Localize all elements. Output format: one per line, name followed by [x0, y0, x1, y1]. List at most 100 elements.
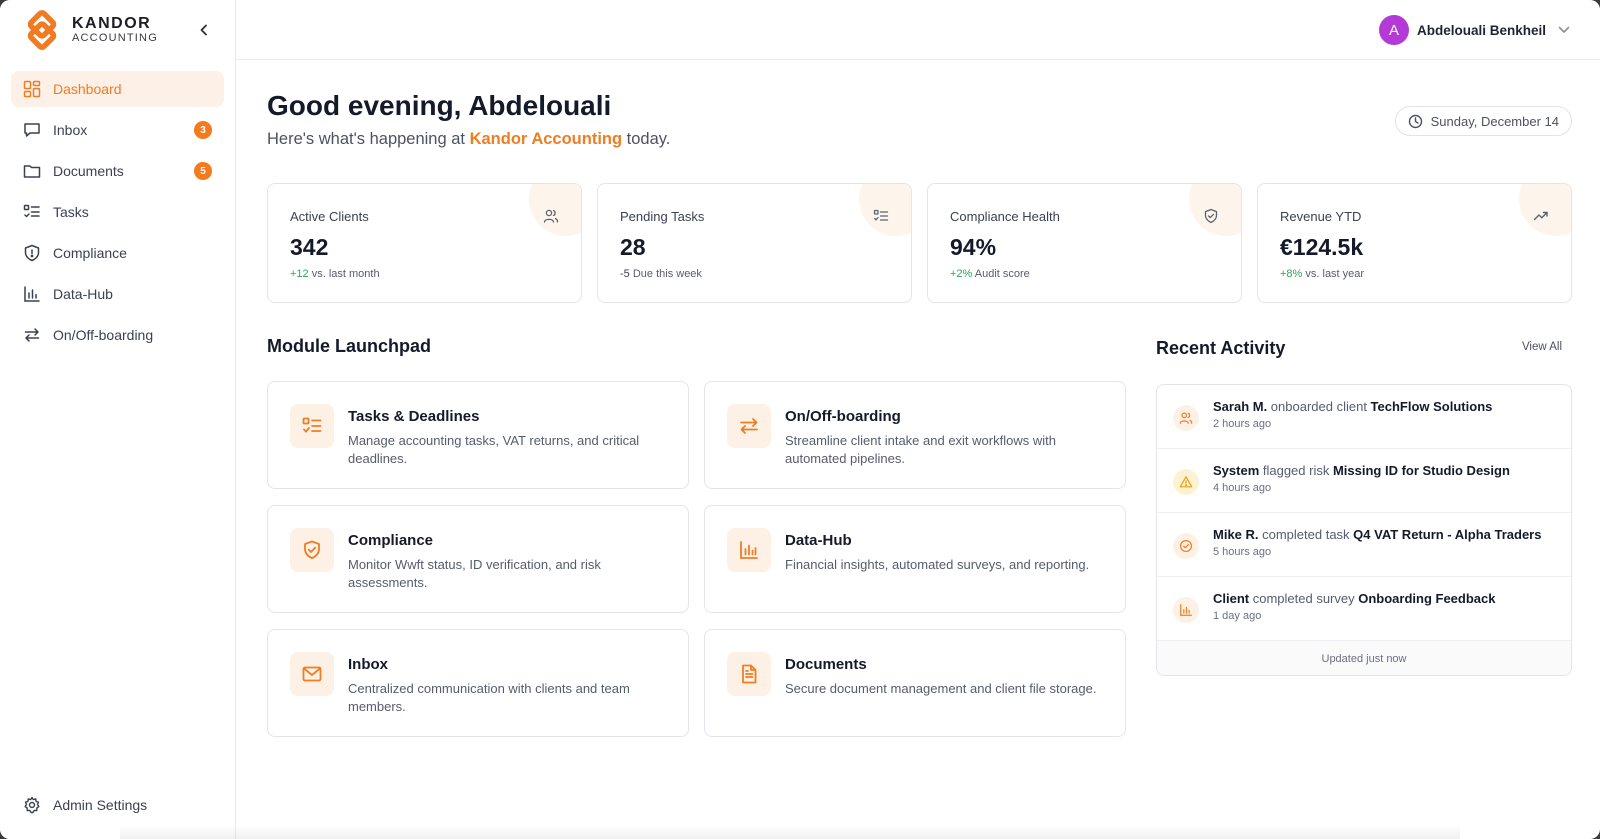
- activity-actor: Sarah M.: [1213, 399, 1268, 414]
- transfer-icon: [727, 404, 771, 448]
- mail-icon: [290, 652, 334, 696]
- admin-settings-link[interactable]: Admin Settings: [11, 787, 225, 823]
- activity-target: Missing ID for Studio Design: [1332, 463, 1510, 478]
- sidebar: KANDOR ACCOUNTING Dashboard Inbox 3 Docu…: [0, 0, 236, 839]
- subtitle-prefix: Here's what's happening at: [267, 130, 470, 148]
- avatar: A: [1378, 15, 1409, 45]
- module-title: Tasks & Deadlines: [348, 408, 480, 425]
- shield-check-icon: [290, 528, 334, 572]
- stat-label: Revenue YTD: [1280, 209, 1362, 224]
- sidebar-item-label: Tasks: [53, 204, 89, 220]
- stat-label: Pending Tasks: [620, 209, 705, 224]
- transfer-icon: [23, 326, 41, 344]
- module-description: Monitor Wwft status, ID verification, an…: [348, 557, 601, 590]
- module-card-inbox[interactable]: Inbox Centralized communication with cli…: [267, 629, 689, 737]
- stats-row: Active Clients 342 +12 vs. last month Pe…: [267, 183, 1572, 303]
- stat-value: €124.5k: [1280, 234, 1364, 260]
- sidebar-item-label: Compliance: [53, 245, 127, 261]
- activity-time: 5 hours ago: [1213, 546, 1272, 558]
- subtitle-suffix: today.: [622, 130, 671, 148]
- file-icon: [727, 652, 771, 696]
- bar-chart-icon: [1173, 597, 1199, 623]
- activity-text: Mike R. completed task Q4 VAT Return - A…: [1213, 527, 1541, 542]
- users-icon: [1173, 405, 1199, 431]
- sidebar-item-documents[interactable]: Documents 5: [11, 153, 224, 189]
- brand-name: KANDOR: [72, 15, 152, 32]
- module-title: Compliance: [348, 532, 434, 549]
- sidebar-item-label: Documents: [53, 163, 124, 179]
- module-description: Financial insights, automated surveys, a…: [785, 557, 1090, 572]
- activity-item[interactable]: Sarah M. onboarded client TechFlow Solut…: [1157, 385, 1571, 449]
- module-card-data-hub[interactable]: Data-Hub Financial insights, automated s…: [704, 505, 1126, 613]
- activity-footer: Updated just now: [1157, 641, 1571, 675]
- stat-note: -5 Due this week: [620, 268, 702, 280]
- activity-target: TechFlow Solutions: [1370, 399, 1493, 414]
- module-launchpad: Tasks & Deadlines Manage accounting task…: [267, 381, 1127, 741]
- kandor-logo-icon: [16, 10, 68, 50]
- stat-delta: +8%: [1280, 268, 1303, 280]
- activity-item[interactable]: Client completed survey Onboarding Feedb…: [1157, 577, 1571, 641]
- sidebar-item-compliance[interactable]: Compliance: [11, 235, 224, 271]
- stat-delta: +2%: [950, 268, 973, 280]
- sidebar-item-label: Dashboard: [53, 81, 122, 97]
- chevron-down-icon: [1558, 26, 1570, 33]
- sidebar-item-tasks[interactable]: Tasks: [11, 194, 224, 230]
- stat-value: 342: [290, 234, 329, 260]
- activity-item[interactable]: System flagged risk Missing ID for Studi…: [1157, 449, 1571, 513]
- module-title: On/Off-boarding: [785, 408, 901, 425]
- sidebar-item-dashboard[interactable]: Dashboard: [11, 71, 224, 107]
- activity-item[interactable]: Mike R. completed task Q4 VAT Return - A…: [1157, 513, 1571, 577]
- activity-time: 1 day ago: [1213, 610, 1262, 622]
- trending-up-icon: [1533, 208, 1549, 224]
- activity-actor: System: [1213, 463, 1260, 478]
- activity-time: 4 hours ago: [1213, 482, 1272, 494]
- stat-card-revenue-ytd[interactable]: Revenue YTD €124.5k +8% vs. last year: [1257, 183, 1572, 303]
- activity-action: onboarded client: [1267, 399, 1371, 414]
- module-card-documents[interactable]: Documents Secure document management and…: [704, 629, 1126, 737]
- view-all-link[interactable]: View All: [1522, 341, 1562, 353]
- dashboard-icon: [23, 80, 41, 98]
- stat-note: +8% vs. last year: [1280, 268, 1364, 280]
- module-card-compliance[interactable]: Compliance Monitor Wwft status, ID verif…: [267, 505, 689, 613]
- chevron-left-icon: [200, 24, 207, 36]
- bar-chart-icon: [727, 528, 771, 572]
- gear-icon: [23, 796, 41, 814]
- stat-note-text: Audit score: [972, 268, 1030, 280]
- clock-icon: [1408, 114, 1423, 129]
- module-title: Data-Hub: [785, 532, 852, 549]
- admin-settings-label: Admin Settings: [53, 797, 148, 813]
- activity-text: Client completed survey Onboarding Feedb…: [1213, 591, 1495, 606]
- stat-label: Active Clients: [290, 209, 369, 224]
- module-card-tasks[interactable]: Tasks & Deadlines Manage accounting task…: [267, 381, 689, 489]
- sidebar-item-label: On/Off-boarding: [53, 327, 154, 343]
- collapse-sidebar-button[interactable]: [194, 20, 214, 40]
- stat-card-pending-tasks[interactable]: Pending Tasks 28 -5 Due this week: [597, 183, 912, 303]
- sidebar-item-label: Inbox: [53, 122, 88, 138]
- recent-activity-title: Recent Activity: [1156, 338, 1286, 358]
- check-circle-icon: [1173, 533, 1199, 559]
- user-menu[interactable]: A Abdelouali Benkheil: [1378, 15, 1570, 45]
- brand-subtitle: ACCOUNTING: [72, 32, 158, 44]
- module-description: Secure document management and client fi…: [785, 681, 1097, 696]
- shield-icon: [23, 244, 41, 262]
- warning-icon: [1173, 469, 1199, 495]
- stat-card-active-clients[interactable]: Active Clients 342 +12 vs. last month: [267, 183, 582, 303]
- stat-note-text: vs. last year: [1302, 268, 1365, 280]
- stat-note-text: vs. last month: [308, 268, 380, 280]
- stat-label: Compliance Health: [950, 209, 1060, 224]
- task-list-icon: [873, 208, 889, 224]
- stat-value: 94%: [950, 234, 997, 260]
- bottom-shadow: [120, 825, 1460, 839]
- sidebar-item-on-off-boarding[interactable]: On/Off-boarding: [11, 317, 224, 353]
- sidebar-item-label: Data-Hub: [53, 286, 113, 302]
- module-description: Manage accounting tasks, VAT returns, an…: [348, 433, 640, 466]
- stat-card-compliance-health[interactable]: Compliance Health 94% +2% Audit score: [927, 183, 1242, 303]
- module-title: Documents: [785, 656, 867, 673]
- activity-action: completed survey: [1249, 591, 1359, 606]
- sidebar-item-inbox[interactable]: Inbox 3: [11, 112, 224, 148]
- activity-target: Q4 VAT Return - Alpha Traders: [1353, 527, 1542, 542]
- module-card-on-off-boarding[interactable]: On/Off-boarding Streamline client intake…: [704, 381, 1126, 489]
- stat-value: 28: [620, 234, 646, 260]
- stat-note: +12 vs. last month: [290, 268, 380, 280]
- sidebar-item-data-hub[interactable]: Data-Hub: [11, 276, 224, 312]
